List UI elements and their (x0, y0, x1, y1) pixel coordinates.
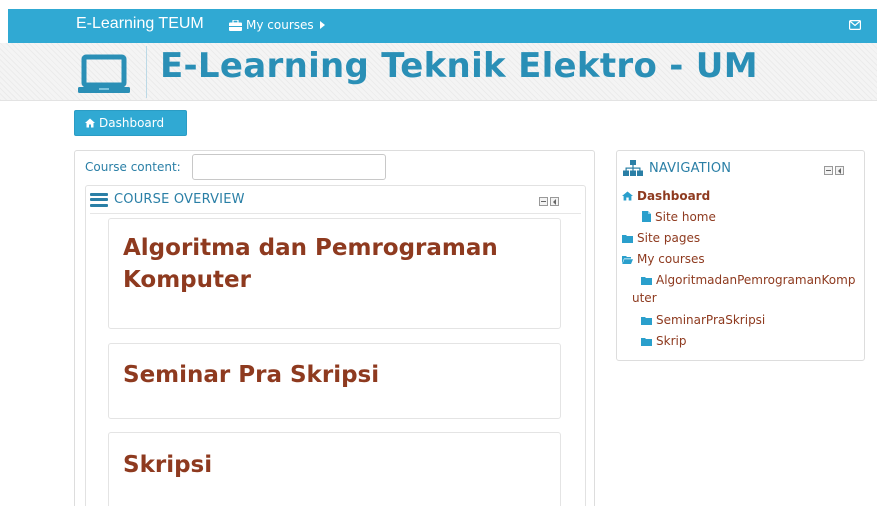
course-title-line: Algoritma dan Pemrograman (123, 235, 498, 261)
nav-item-course-algoritma[interactable]: AlgoritmadanPemrogramanKomp (632, 272, 855, 288)
block-controls (824, 166, 844, 175)
course-card: Algoritma dan Pemrograman Komputer (108, 218, 561, 329)
course-title-link[interactable]: Seminar Pra Skripsi (123, 359, 379, 391)
my-courses-menu[interactable]: My courses (229, 18, 325, 32)
laptop-icon (78, 54, 130, 93)
dashboard-button[interactable]: Dashboard (74, 110, 187, 136)
divider (90, 213, 581, 214)
course-overview-title: COURSE OVERVIEW (114, 192, 245, 207)
folder-icon (641, 277, 652, 285)
menu-icon (90, 192, 108, 207)
site-title: E-Learning Teknik Elektro - UM (160, 46, 758, 86)
briefcase-icon (229, 19, 242, 31)
course-overview-header: COURSE OVERVIEW (90, 192, 245, 207)
envelope-icon[interactable] (849, 20, 861, 30)
navigation-header: NAVIGATION (623, 160, 731, 176)
folder-icon (622, 235, 633, 243)
nav-item-label: Dashboard (637, 189, 711, 203)
nav-item-dashboard[interactable]: Dashboard (622, 188, 710, 204)
top-navbar: E-Learning TEUM My courses (8, 9, 877, 43)
folder-icon (641, 317, 652, 325)
nav-item-label: uter (632, 291, 657, 305)
course-title-line: Komputer (123, 267, 251, 294)
my-courses-label: My courses (246, 18, 314, 32)
dashboard-button-label: Dashboard (99, 116, 165, 130)
course-card: Seminar Pra Skripsi (108, 343, 561, 419)
nav-item-label: SeminarPraSkripsi (656, 313, 766, 327)
nav-item-label: Skrip (656, 334, 687, 348)
nav-item-my-courses[interactable]: My courses (622, 251, 705, 267)
course-content-input[interactable] (192, 154, 386, 180)
folder-open-icon (622, 256, 633, 264)
nav-item-site-pages[interactable]: Site pages (622, 230, 700, 246)
header-divider (146, 46, 147, 98)
folder-icon (641, 338, 652, 346)
collapse-block-icon[interactable] (539, 197, 548, 206)
collapse-block-icon[interactable] (824, 166, 833, 175)
nav-item-label: Site home (655, 210, 716, 224)
home-icon (622, 191, 633, 201)
file-icon (642, 211, 651, 222)
nav-item-label: Site pages (637, 231, 701, 245)
dock-block-icon[interactable] (550, 197, 559, 206)
site-brand-link[interactable]: E-Learning TEUM (76, 15, 204, 33)
nav-item-site-home[interactable]: Site home (642, 209, 716, 225)
course-content-label: Course content: (85, 160, 181, 174)
course-card: Skripsi (108, 432, 561, 506)
course-title-link[interactable]: Skripsi (123, 449, 212, 481)
home-icon (85, 118, 95, 128)
nav-item-label: AlgoritmadanPemrogramanKomp (656, 273, 856, 287)
nav-item-course-seminar[interactable]: SeminarPraSkripsi (641, 312, 765, 328)
nav-item-course-skripsi[interactable]: Skrip (641, 333, 686, 349)
caret-right-icon (319, 21, 325, 29)
course-title-link[interactable]: Algoritma dan Pemrograman Komputer (123, 232, 498, 296)
navigation-title: NAVIGATION (649, 160, 732, 176)
sitemap-icon (623, 160, 643, 176)
block-controls (539, 197, 559, 206)
nav-item-label: My courses (637, 252, 705, 266)
site-header: E-Learning Teknik Elektro - UM (0, 43, 877, 101)
nav-item-course-algoritma-wrap[interactable]: uter (632, 290, 657, 306)
dock-block-icon[interactable] (835, 166, 844, 175)
